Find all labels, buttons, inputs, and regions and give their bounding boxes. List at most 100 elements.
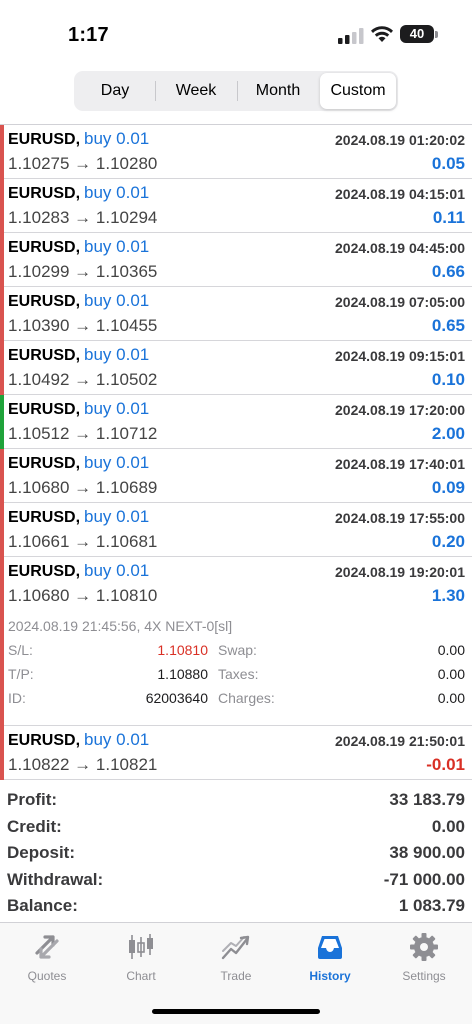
tab-quotes[interactable]: Quotes [7,931,87,983]
cellular-signal-icon [338,28,364,44]
trade-row[interactable]: EURUSD, buy 0.01 1.10512 → 1.10712 2024.0… [0,395,472,449]
trade-symbol: EURUSD, buy 0.01 [8,237,150,256]
trade-trend-icon [221,935,250,960]
trade-symbol: EURUSD, buy 0.01 [8,453,150,472]
trade-profit: 0.05 [431,154,465,173]
trade-row[interactable]: EURUSD, buy 0.01 1.10390 → 1.10455 2024.0… [0,287,472,341]
swap-value: 0.00 [437,642,465,658]
sell-bar [0,341,4,395]
trade-prices: 1.10275 → 1.10280 [8,154,158,173]
taxes-value: 0.00 [437,666,465,682]
sl-label: S/L: [8,642,33,658]
trade-symbol: EURUSD, buy 0.01 [8,730,150,749]
trade-prices: 1.10390 → 1.10455 [8,316,158,335]
charges-value: 0.00 [437,690,465,706]
trade-time: 2024.08.19 17:55:00 [335,510,465,526]
withdrawal-label: Withdrawal: [7,869,104,889]
summary-withdrawal: Withdrawal: -71 000.00 [0,867,472,894]
trade-row[interactable]: EURUSD, buy 0.01 1.10661 → 1.10681 2024.0… [0,503,472,557]
detail-header: 2024.08.19 21:45:56, 4X NEXT-0[sl] [8,618,233,634]
trade-prices: 1.10492 → 1.10502 [8,370,158,389]
sell-bar [0,726,4,780]
trade-symbol: EURUSD, buy 0.01 [8,507,150,526]
trade-prices: 1.10299 → 1.10365 [8,262,158,281]
trade-prices: 1.10661 → 1.10681 [8,532,158,551]
sell-bar [0,557,4,611]
sl-value: 1.10810 [157,642,208,658]
battery-icon: 40 [400,25,434,43]
trade-profit: 0.66 [431,262,465,281]
trade-row[interactable]: EURUSD, buy 0.01 1.10275 → 1.10280 2024.0… [0,125,472,179]
sell-bar [0,611,4,726]
tab-trade[interactable]: Trade [196,931,276,983]
trade-symbol: EURUSD, buy 0.01 [8,345,150,364]
segment-day[interactable]: Day [76,73,154,109]
trade-symbol: EURUSD, buy 0.01 [8,291,150,310]
charges-label: Charges: [218,690,275,706]
trade-row[interactable]: EURUSD, buy 0.01 1.10492 → 1.10502 2024.0… [0,341,472,395]
trade-side: buy 0.01 [84,453,150,472]
trade-symbol: EURUSD, buy 0.01 [8,399,150,418]
trade-time: 2024.08.19 01:20:02 [335,132,465,148]
balance-label: Balance: [7,896,78,915]
trade-row[interactable]: EURUSD, buy 0.01 1.10822 → 1.10821 2024.0… [0,726,472,780]
battery-percent: 40 [409,26,425,41]
trade-row[interactable]: EURUSD, buy 0.01 1.10680 → 1.10689 2024.0… [0,449,472,503]
trade-row[interactable]: EURUSD, buy 0.01 1.10283 → 1.10294 2024.0… [0,179,472,233]
trade-profit: 0.65 [431,316,465,335]
tab-settings[interactable]: Settings [384,931,464,983]
trade-side: buy 0.01 [84,345,150,364]
trade-time: 2024.08.19 19:20:01 [335,564,465,580]
trade-row-expanded[interactable]: EURUSD, buy 0.01 1.10680 → 1.10810 2024.0… [0,557,472,611]
sell-bar [0,233,4,287]
deposit-value: 38 900.00 [389,843,465,862]
segment-week[interactable]: Week [156,73,236,109]
trade-side: buy 0.01 [84,730,150,749]
profit-label: Profit: [7,790,58,809]
tab-label: Quotes [27,969,67,983]
segment-custom[interactable]: Custom [320,73,396,109]
trade-side: buy 0.01 [84,129,150,148]
taxes-label: Taxes: [218,666,259,682]
deposit-label: Deposit: [7,843,75,862]
summary-credit: Credit: 0.00 [0,814,472,841]
trade-prices: 1.10283 → 1.10294 [8,208,158,227]
trade-history-list: EURUSD, buy 0.01 1.10275 → 1.10280 2024.0… [0,125,472,780]
withdrawal-value: -71 000.00 [383,869,465,889]
sell-bar [0,503,4,557]
home-indicator[interactable] [152,1009,320,1014]
tab-history[interactable]: History [290,931,370,983]
trade-profit: 1.30 [431,586,465,605]
trade-profit: 0.11 [432,208,465,227]
trade-prices: 1.10680 → 1.10689 [8,478,158,497]
trade-symbol: EURUSD, buy 0.01 [8,561,150,580]
trade-time: 2024.08.19 09:15:01 [335,348,465,364]
trade-time: 2024.08.19 17:40:01 [335,456,465,472]
trade-time: 2024.08.19 07:05:00 [335,294,465,310]
sell-bar [0,449,4,503]
period-segmented-control: Day Week Month Custom [74,71,398,111]
tab-chart[interactable]: Chart [101,931,181,983]
battery-cap [435,31,438,38]
account-summary: Profit: 33 183.79 Credit: 0.00 Deposit: … [0,787,472,920]
trade-prices: 1.10822 → 1.10821 [8,755,158,774]
trade-side: buy 0.01 [84,561,150,580]
history-inbox-icon [318,936,342,959]
sell-bar [0,125,4,179]
sell-bar [0,287,4,341]
swap-label: Swap: [218,642,257,658]
credit-label: Credit: [7,816,62,836]
tp-value: 1.10880 [157,666,208,682]
status-bar: 1:17 40 [0,0,472,70]
balance-value: 1 083.79 [398,896,465,915]
trade-row[interactable]: EURUSD, buy 0.01 1.10299 → 1.10365 2024.0… [0,233,472,287]
profit-value: 33 183.79 [389,790,465,809]
wifi-icon [371,26,393,42]
segment-month[interactable]: Month [238,73,318,109]
quotes-icon [35,935,59,959]
trade-side: buy 0.01 [84,291,150,310]
id-label: ID: [8,690,26,706]
trade-time: 2024.08.19 04:45:00 [335,240,465,256]
buy-bar [0,395,4,449]
trade-profit: 0.09 [431,478,465,497]
